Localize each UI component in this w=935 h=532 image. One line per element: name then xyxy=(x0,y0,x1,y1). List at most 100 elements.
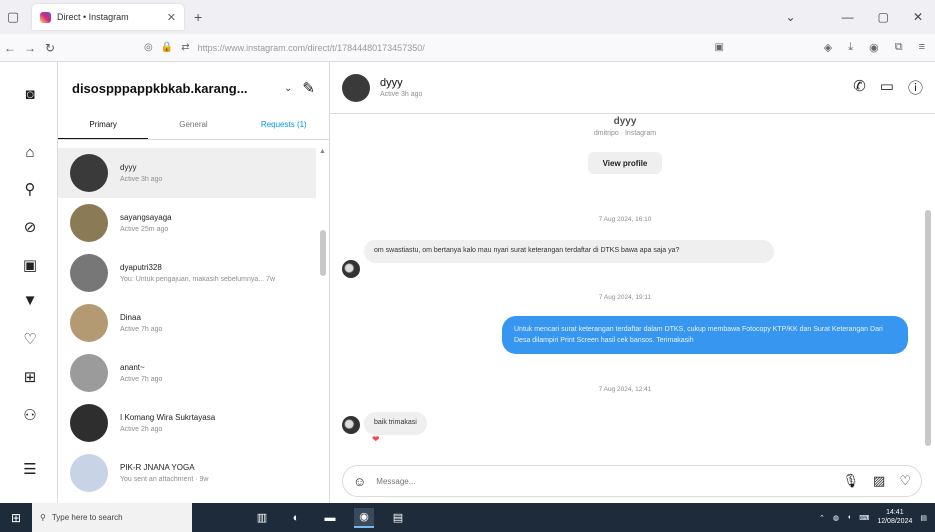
language-icon[interactable]: ⌨ xyxy=(859,514,869,522)
notifications-icon[interactable]: ▤ xyxy=(920,514,927,522)
list-scrollbar[interactable]: ▲ xyxy=(319,148,327,503)
list-item[interactable]: PIK-R JNANA YOGA You sent an attachment … xyxy=(58,448,316,498)
avatar xyxy=(342,416,360,434)
chat-contact-name[interactable]: dyyy xyxy=(380,77,422,89)
info-icon[interactable]: ⓘ xyxy=(908,77,923,98)
search-icon[interactable]: ⚲ xyxy=(20,180,40,198)
profile-icon[interactable]: ⚇ xyxy=(20,406,40,424)
tab-list-chevron-icon[interactable]: ⌄ xyxy=(786,10,796,24)
heart-reaction-icon[interactable]: ❤ xyxy=(372,434,380,445)
notifications-heart-icon[interactable]: ♡ xyxy=(20,330,40,348)
extensions-icon[interactable]: ⧉ xyxy=(895,41,903,54)
conversation-name: Dinaa xyxy=(120,313,141,322)
account-username[interactable]: disospppappkbkab.karang... xyxy=(72,81,274,96)
emoji-icon[interactable]: ☺ xyxy=(353,474,366,489)
home-icon[interactable]: ⌂ xyxy=(20,144,40,161)
search-icon: ⚲ xyxy=(40,513,46,522)
edge-browser-icon[interactable]: ◐ xyxy=(286,508,306,528)
taskbar-search[interactable]: ⚲ Type here to search xyxy=(32,503,192,532)
lock-icon[interactable]: 🔒 xyxy=(161,42,173,53)
chat-actions: ✆ ▭ ⓘ xyxy=(853,77,923,98)
image-upload-icon[interactable]: ▨ xyxy=(873,473,885,489)
volume-icon[interactable]: ◖ xyxy=(847,514,851,521)
browser-nav-bar: ← → ↻ ◎ 🔒 ⇄ https://www.instagram.com/di… xyxy=(0,34,935,62)
conversation-name: dyaputri328 xyxy=(120,263,162,272)
conversation-name: sayangsayaga xyxy=(120,213,172,222)
file-explorer-icon[interactable]: ▬ xyxy=(320,508,340,528)
chat-scrollbar[interactable] xyxy=(924,114,932,460)
tab-requests[interactable]: Requests (1) xyxy=(239,114,329,139)
view-profile-button[interactable]: View profile xyxy=(588,152,662,174)
reels-icon[interactable]: ▣ xyxy=(20,256,40,274)
tray-chevron-up-icon[interactable]: ⌃ xyxy=(819,514,825,522)
forward-icon[interactable]: → xyxy=(20,41,40,55)
avatar xyxy=(70,304,108,342)
chat-scroll-thumb[interactable] xyxy=(925,210,931,446)
system-tray: ⌃ ◍ ◖ ⌨ 14:41 12/08/2024 ▤ xyxy=(819,509,935,527)
inbox-tabs: Primary General Requests (1) xyxy=(58,114,329,140)
reader-view-icon[interactable]: ▣ xyxy=(715,42,724,53)
avatar xyxy=(70,254,108,292)
reload-icon[interactable]: ↻ xyxy=(40,41,60,55)
account-icon[interactable]: ◉ xyxy=(869,41,879,54)
list-item[interactable]: sayangsayaga Active 25m ago xyxy=(58,198,316,248)
chat-header: dyyy Active 3h ago ✆ ▭ ⓘ xyxy=(330,62,935,114)
instagram-logo-icon[interactable]: ◙ xyxy=(20,86,40,103)
message-input[interactable] xyxy=(376,476,843,486)
like-heart-icon[interactable]: ♡ xyxy=(899,473,911,489)
back-icon[interactable]: ← xyxy=(0,41,20,55)
task-view-icon[interactable]: ▥ xyxy=(252,508,272,528)
url-text[interactable]: https://www.instagram.com/direct/t/17844… xyxy=(198,43,707,53)
avatar[interactable] xyxy=(342,73,370,102)
instagram-app: ◙ ⌂ ⚲ ⊘ ▣ ▼ ♡ ⊞ ⚇ ☰ disospppappkbkab.kar… xyxy=(0,62,935,503)
address-bar[interactable]: ◎ 🔒 ⇄ https://www.instagram.com/direct/t… xyxy=(144,38,724,58)
message-timestamp: 7 Aug 2024, 12:41 xyxy=(598,386,652,393)
new-tab-icon[interactable]: + xyxy=(194,9,202,25)
conversation-name: anant~ xyxy=(120,363,145,372)
tab-general[interactable]: General xyxy=(148,114,238,139)
list-item[interactable]: dyaputri328 You: Untuk pengajuan, makasi… xyxy=(58,248,316,298)
new-message-icon[interactable]: ✎ xyxy=(302,79,315,97)
conversation-status: Active 7h ago xyxy=(120,326,163,333)
firefox-icon[interactable]: ◉ xyxy=(354,507,374,528)
downloads-icon[interactable]: ⤓ xyxy=(848,41,853,54)
conversation-name: dyyy xyxy=(120,163,137,172)
list-item[interactable]: Dinaa Active 7h ago xyxy=(58,298,316,348)
phone-call-icon[interactable]: ✆ xyxy=(853,77,866,98)
list-item[interactable]: anant~ Active 7h ago xyxy=(58,348,316,398)
tab-primary[interactable]: Primary xyxy=(58,114,149,139)
outgoing-message-bubble: Untuk mencari surat keterangan terdaftar… xyxy=(502,316,908,355)
list-item[interactable]: I Komang Wira Sukrtayasa Active 2h ago xyxy=(58,398,316,448)
messages-icon[interactable]: ▼ xyxy=(20,292,40,309)
video-call-icon[interactable]: ▭ xyxy=(880,77,894,98)
avatar xyxy=(70,354,108,392)
browser-tab[interactable]: Direct • Instagram ✕ xyxy=(32,4,184,30)
tab-actions-icon[interactable]: ▢ xyxy=(0,9,26,25)
message-timestamp: 7 Aug 2024, 16:10 xyxy=(598,216,652,223)
chat-contact-status: Active 3h ago xyxy=(380,91,423,98)
maximize-icon[interactable]: ▢ xyxy=(878,10,889,24)
clock[interactable]: 14:41 12/08/2024 xyxy=(877,509,912,527)
more-menu-icon[interactable]: ☰ xyxy=(20,460,40,478)
avatar xyxy=(342,260,360,278)
window-close-icon[interactable]: ✕ xyxy=(913,10,923,24)
list-item[interactable]: dyyy Active 3h ago xyxy=(58,148,316,198)
scroll-up-icon[interactable]: ▲ xyxy=(319,148,326,155)
close-icon[interactable]: ✕ xyxy=(167,11,176,24)
word-icon[interactable]: ▤ xyxy=(388,508,408,528)
chevron-down-icon[interactable]: ⌄ xyxy=(284,83,292,94)
network-icon[interactable]: ◍ xyxy=(833,514,839,522)
windows-start-icon[interactable]: ⊞ xyxy=(0,511,32,525)
explore-icon[interactable]: ⊘ xyxy=(20,218,40,236)
incoming-message-bubble: om swastiastu, om bertanya kalo mau nyar… xyxy=(364,240,774,263)
menu-icon[interactable]: ≡ xyxy=(919,41,925,54)
create-icon[interactable]: ⊞ xyxy=(20,368,40,386)
avatar xyxy=(70,204,108,242)
permissions-icon[interactable]: ⇄ xyxy=(181,42,189,53)
list-scroll-thumb[interactable] xyxy=(320,230,326,276)
microphone-icon[interactable]: 🎙 xyxy=(843,473,860,489)
pocket-icon[interactable]: ◈ xyxy=(824,41,832,54)
avatar xyxy=(70,404,108,442)
tracking-shield-icon[interactable]: ◎ xyxy=(144,42,153,53)
minimize-icon[interactable]: — xyxy=(842,10,854,24)
